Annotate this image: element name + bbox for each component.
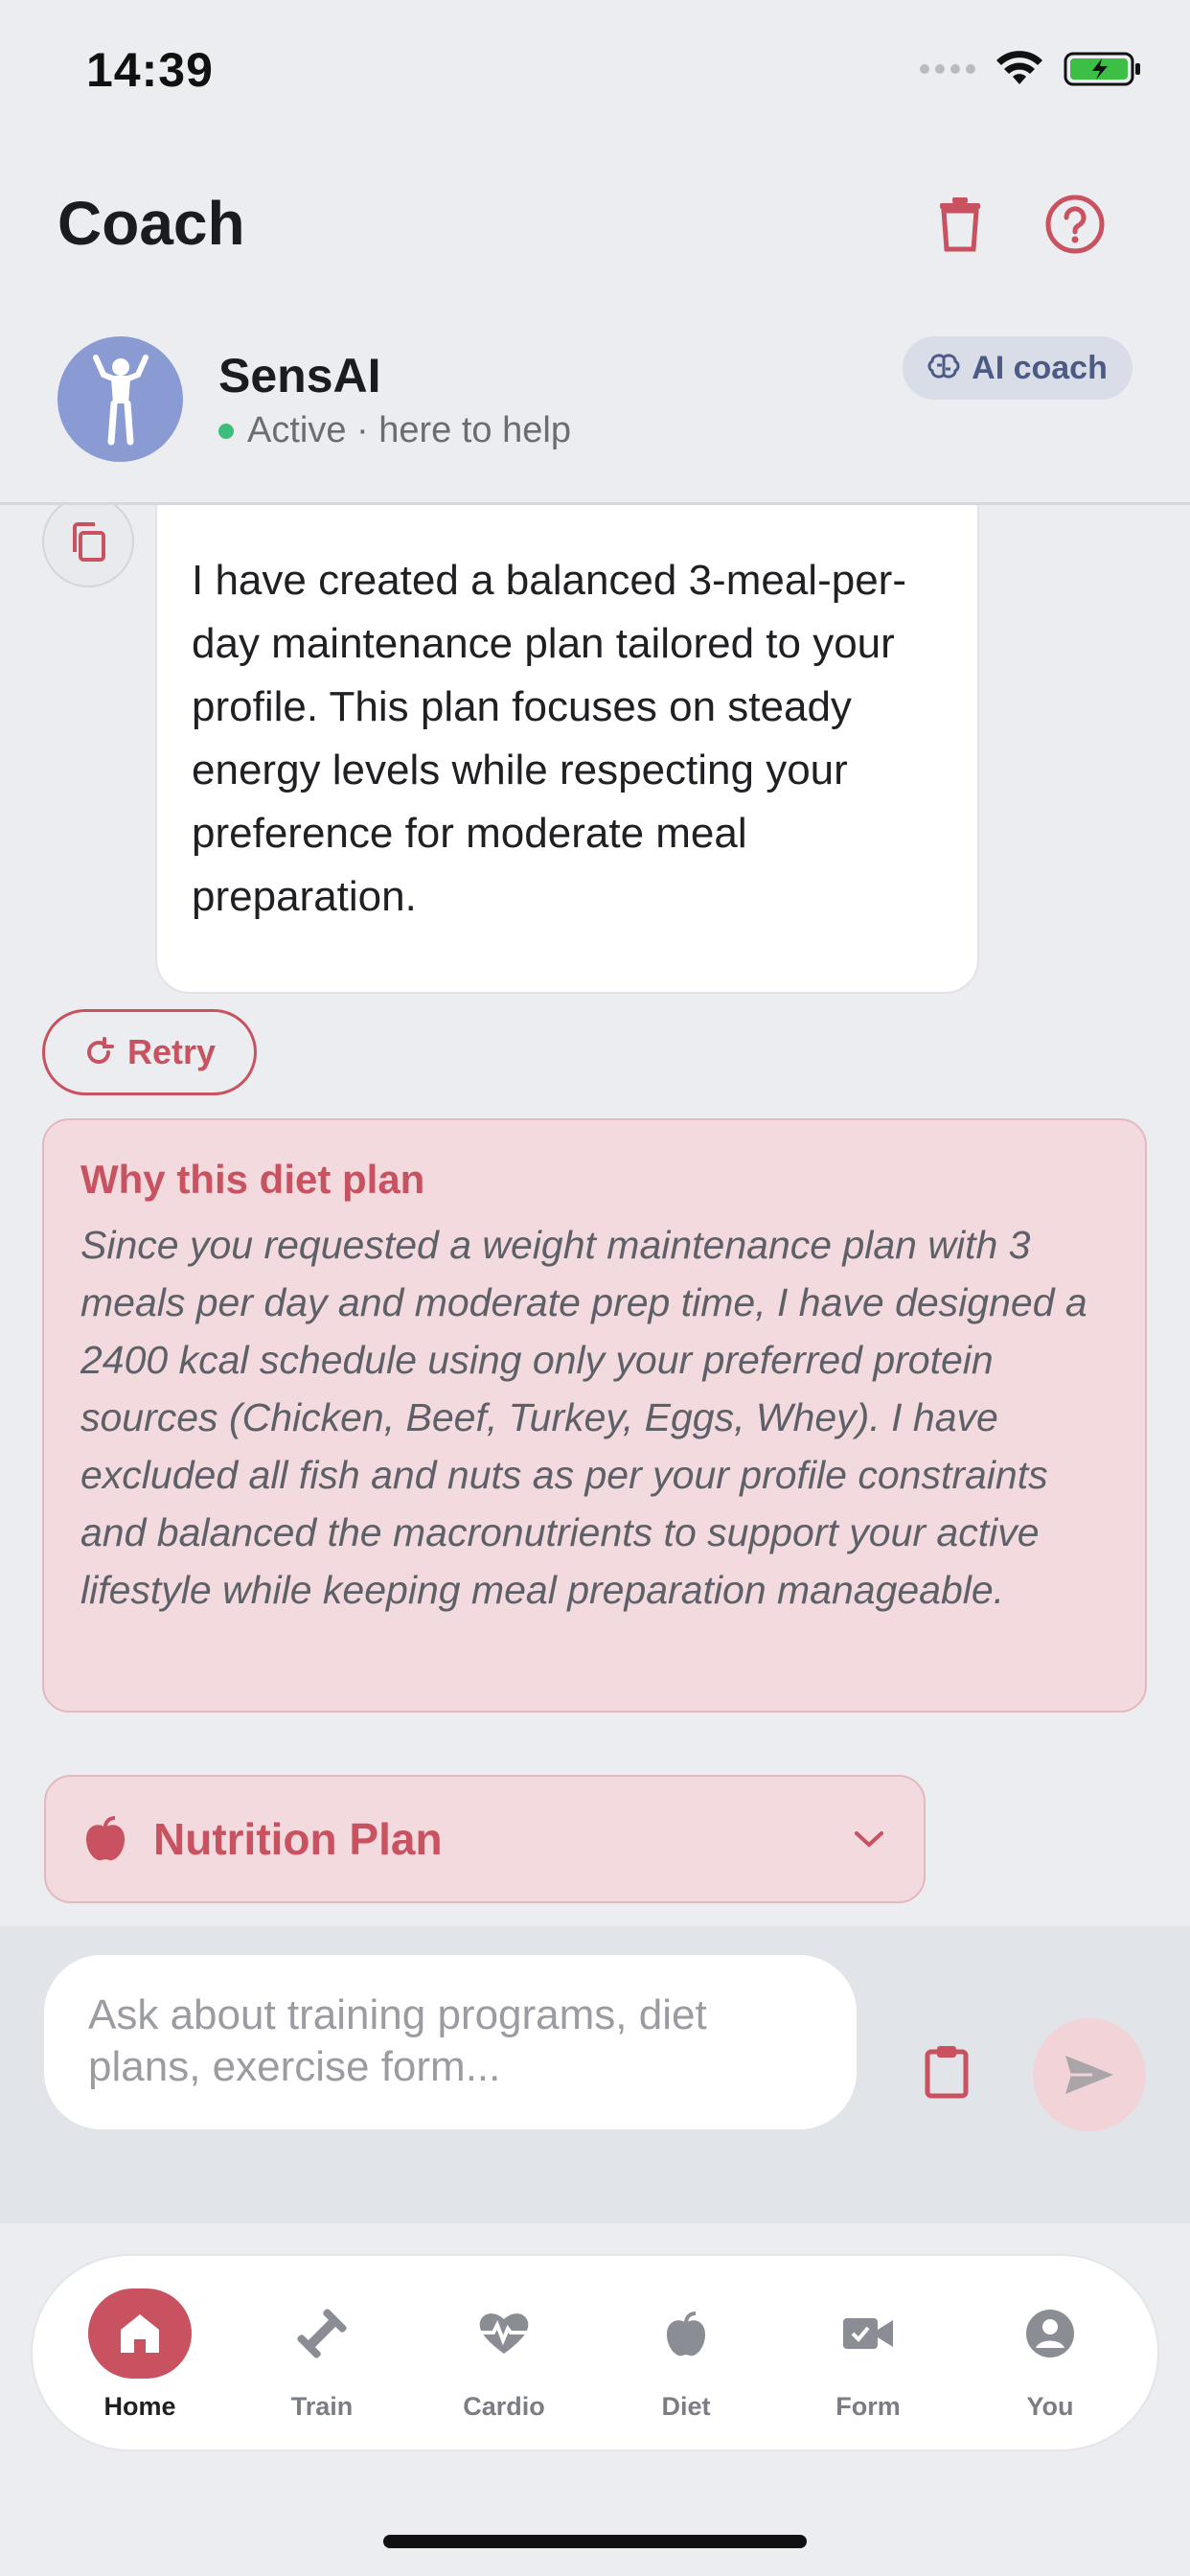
- home-icon: [121, 2314, 159, 2353]
- copy-message-button[interactable]: [42, 505, 134, 587]
- tab-you[interactable]: You: [978, 2256, 1122, 2453]
- delete-chat-button[interactable]: [920, 184, 1000, 264]
- refresh-icon: [87, 1037, 114, 1064]
- tab-cardio[interactable]: Cardio: [432, 2256, 576, 2453]
- help-button[interactable]: [1035, 184, 1115, 264]
- brain-icon: [927, 354, 960, 379]
- tab-form-icon-wrap: [816, 2288, 920, 2379]
- why-diet-plan-card: Why this diet plan Since you requested a…: [42, 1118, 1147, 1713]
- message-input[interactable]: [88, 1990, 812, 2095]
- heartbeat-icon: [479, 2313, 529, 2354]
- question-circle-icon: [1045, 195, 1105, 254]
- tab-cardio-icon-wrap: [452, 2288, 556, 2379]
- coach-status: Active · here to help: [218, 410, 571, 451]
- tab-you-icon-wrap: [998, 2288, 1102, 2379]
- cellular-signal-icon: [920, 64, 975, 74]
- tab-train-label: Train: [290, 2392, 354, 2421]
- chat-thread[interactable]: I have created a balanced 3-meal-per-day…: [0, 505, 1190, 1926]
- tab-train[interactable]: Train: [250, 2256, 394, 2453]
- retry-button[interactable]: Retry: [42, 1009, 257, 1095]
- tab-form-label: Form: [835, 2392, 901, 2421]
- dumbbell-icon: [297, 2309, 347, 2358]
- apple-icon: [667, 2312, 705, 2357]
- tab-cardio-label: Cardio: [463, 2392, 545, 2421]
- assistant-message-bubble: I have created a balanced 3-meal-per-day…: [155, 505, 979, 994]
- tab-form[interactable]: Form: [796, 2256, 940, 2453]
- tab-home-label: Home: [103, 2392, 176, 2421]
- why-diet-plan-title: Why this diet plan: [80, 1157, 425, 1202]
- bottom-tab-bar: Home Train Cardio Diet Form You: [31, 2254, 1159, 2451]
- clipboard-icon: [925, 2046, 969, 2099]
- tab-home-icon-wrap: [88, 2288, 192, 2379]
- coach-avatar: [57, 336, 183, 462]
- ai-coach-badge-label: AI coach: [972, 349, 1108, 386]
- assistant-message-text: I have created a balanced 3-meal-per-day…: [192, 557, 906, 920]
- tab-diet-label: Diet: [661, 2392, 711, 2421]
- send-icon: [1065, 2056, 1113, 2094]
- user-circle-icon: [1026, 2310, 1074, 2358]
- copy-icon: [73, 522, 105, 562]
- wifi-icon: [996, 51, 1042, 84]
- why-diet-plan-text: Since you requested a weight maintenance…: [80, 1223, 1087, 1612]
- home-indicator: [383, 2535, 807, 2548]
- send-button[interactable]: [1033, 2018, 1146, 2131]
- page-title: Coach: [57, 189, 245, 258]
- status-bar: 14:39: [0, 0, 1190, 144]
- ai-coach-badge: AI coach: [903, 336, 1133, 400]
- tab-you-label: You: [1026, 2392, 1074, 2421]
- battery-charging-icon: [1064, 52, 1140, 86]
- trash-icon: [940, 197, 980, 252]
- nutrition-plan-label: Nutrition Plan: [153, 1814, 443, 1864]
- message-input-wrapper[interactable]: [44, 1955, 857, 2129]
- tab-train-icon-wrap: [270, 2288, 374, 2379]
- video-camera-icon: [843, 2318, 893, 2349]
- coach-name: SensAI: [218, 349, 381, 402]
- coach-status-text: Active · here to help: [247, 410, 571, 450]
- tab-diet[interactable]: Diet: [614, 2256, 758, 2453]
- nutrition-plan-accordion[interactable]: Nutrition Plan: [44, 1775, 926, 1903]
- chevron-down-icon: [855, 1831, 883, 1848]
- online-indicator: [218, 423, 234, 439]
- clipboard-button[interactable]: [908, 2034, 985, 2110]
- tab-diet-icon-wrap: [634, 2288, 738, 2379]
- tab-home[interactable]: Home: [68, 2256, 212, 2453]
- retry-label: Retry: [126, 1032, 217, 1071]
- status-icons: [920, 50, 1142, 88]
- apple-icon: [86, 1816, 125, 1861]
- status-time: 14:39: [86, 43, 214, 97]
- bodybuilder-icon: [92, 354, 149, 445]
